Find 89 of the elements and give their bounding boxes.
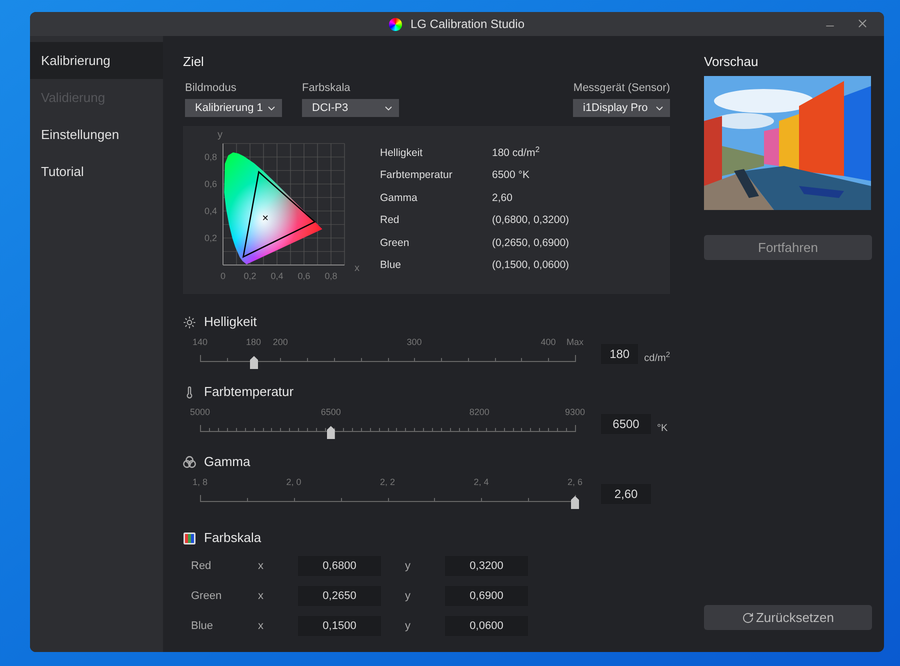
summary-value: (0,6800, 0,3200) xyxy=(492,213,570,228)
reset-button[interactable]: Zurücksetzen xyxy=(704,605,872,630)
scale-label: 2, 2 xyxy=(380,476,395,489)
summary-value: 2,60 xyxy=(492,190,512,206)
axis-tick-label: 0,2 xyxy=(204,233,217,243)
axis-label: x xyxy=(354,263,360,274)
window-title: LG Calibration Studio xyxy=(410,16,525,33)
axis-name: y xyxy=(405,558,412,574)
unit-label: °K xyxy=(657,422,668,436)
coordinate-field[interactable]: 0,6900 xyxy=(445,586,528,606)
axis-tick-label: 0,8 xyxy=(324,271,338,281)
app-logo-icon xyxy=(389,18,402,30)
coordinate-field[interactable]: 0,0600 xyxy=(445,616,528,636)
section-title: Gamma xyxy=(204,453,250,472)
slider-thumb[interactable] xyxy=(250,356,258,369)
axis-tick-label: 0,6 xyxy=(204,179,217,189)
slider-thumb[interactable] xyxy=(326,426,335,439)
summary-value: 6500 °K xyxy=(492,168,530,184)
summary-value: (0,2650, 0,6900) xyxy=(492,236,570,251)
axis-name: x xyxy=(258,558,264,574)
section-heading: Vorschau xyxy=(704,53,760,70)
scale-label: 2, 0 xyxy=(286,476,302,489)
coordinate-field[interactable]: 0,1500 xyxy=(298,616,381,636)
value-field[interactable]: 180 xyxy=(601,344,638,364)
dropdown[interactable]: Kalibrierung 1 xyxy=(185,99,282,117)
circles-icon xyxy=(183,456,196,468)
axis-tick-label: 0,2 xyxy=(244,271,256,281)
axis-name: y xyxy=(405,588,412,604)
summary-label: Gamma xyxy=(380,190,418,206)
row-label: Red xyxy=(191,558,212,574)
summary-value: 180 cd/m$^{2}$ xyxy=(492,146,540,161)
scale-label: 140 xyxy=(192,336,208,349)
section-title: Helligkeit xyxy=(204,313,257,332)
sidebar-item[interactable]: Einstellungen xyxy=(30,116,163,153)
section-title: Farbtemperatur xyxy=(204,383,294,402)
scale-label: 400 xyxy=(540,336,556,349)
axis-name: x xyxy=(258,588,264,604)
summary-label: Red xyxy=(380,213,400,228)
scale-label: 2, 4 xyxy=(474,476,489,489)
scale-label: 5000 xyxy=(190,406,210,419)
axis-label: y xyxy=(218,130,222,140)
sidebar-item[interactable]: Tutorial xyxy=(30,153,163,190)
close-icon[interactable] xyxy=(856,17,869,30)
axis-tick-label: 0 xyxy=(220,271,226,281)
axis-tick-label: 0,4 xyxy=(270,271,284,281)
slider-thumb[interactable] xyxy=(571,496,579,509)
summary-value: (0,1500, 0,0600) xyxy=(492,258,570,274)
field-label: Bildmodus xyxy=(185,81,238,96)
value-field[interactable]: 2,60 xyxy=(601,484,651,504)
axis-tick-label: 0,4 xyxy=(204,206,217,216)
sun-icon xyxy=(183,316,196,328)
field-label: Messgerät (Sensor) xyxy=(573,81,670,96)
cross-marker: × xyxy=(262,212,269,225)
sidebar-item[interactable]: Kalibrierung xyxy=(30,42,163,79)
scale-label: 9300 xyxy=(564,406,586,419)
summary-label: Green xyxy=(380,236,410,251)
section-heading: Ziel xyxy=(183,53,205,70)
slider[interactable]: 1, 8 2, 0 2, 2 2, 4 2, 6 xyxy=(188,476,587,512)
rgb-bars-icon xyxy=(183,532,196,544)
axis-name: y xyxy=(405,618,412,634)
scale-label: 300 xyxy=(406,336,422,349)
row-label: Blue xyxy=(191,618,214,634)
axis-tick-label: 0,8 xyxy=(204,152,217,162)
refresh-icon xyxy=(742,612,754,624)
scale-label: 1, 8 xyxy=(192,476,208,489)
value-field[interactable]: 6500 xyxy=(601,414,651,434)
dropdown[interactable]: i1Display Pro xyxy=(573,99,670,117)
summary-label: Helligkeit xyxy=(380,146,424,161)
slider[interactable]: 140 180 200 300 400 Max xyxy=(188,336,587,372)
axis-name: x xyxy=(258,618,264,634)
coordinate-field[interactable]: 0,3200 xyxy=(445,556,528,576)
scale-label: Max xyxy=(566,336,584,349)
coordinate-field[interactable]: 0,6800 xyxy=(298,556,381,576)
slider[interactable]: 5000 6500 8200 9300 xyxy=(188,406,587,442)
section-title: Farbskala xyxy=(204,529,262,548)
continue-button[interactable]: Fortfahren xyxy=(704,235,872,260)
unit-label: cd/m$^{2}$ xyxy=(644,350,670,366)
scale-label: 200 xyxy=(272,336,288,349)
coordinate-field[interactable]: 0,2650 xyxy=(298,586,381,606)
summary-label: Blue xyxy=(380,258,402,274)
field-label: Farbskala xyxy=(302,81,352,96)
summary-label: Farbtemperatur xyxy=(380,168,454,184)
row-label: Green xyxy=(191,588,223,604)
dropdown[interactable]: DCI-P3 xyxy=(302,99,399,117)
scale-label: 2, 6 xyxy=(568,476,582,489)
scale-label: 6500 xyxy=(320,406,341,419)
scale-label: 8200 xyxy=(469,406,490,419)
axis-tick-label: 0,6 xyxy=(298,271,310,281)
scale-label: 180 xyxy=(246,336,262,349)
